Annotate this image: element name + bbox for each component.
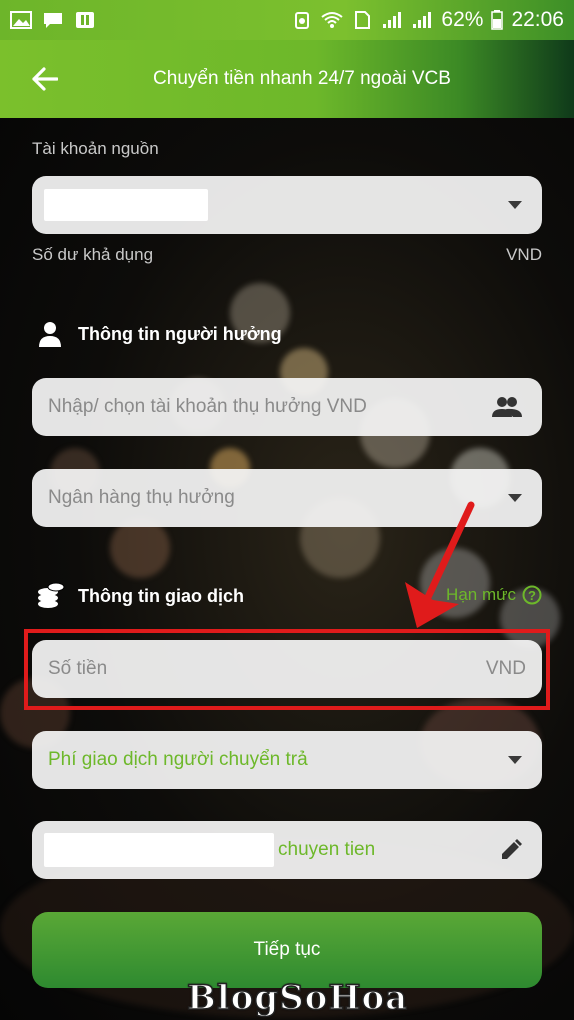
battery-percent: 62% — [441, 8, 484, 31]
coins-icon — [38, 582, 65, 608]
beneficiary-section-title: Thông tin người hưởng — [78, 324, 282, 344]
message-icon — [44, 13, 62, 28]
sim-icon — [355, 11, 371, 29]
contacts-icon[interactable] — [492, 396, 522, 418]
signal-icon — [383, 12, 402, 28]
chevron-down-icon — [508, 494, 522, 502]
app-notification-icon — [76, 12, 94, 28]
chevron-down-icon — [508, 201, 522, 209]
source-account-label: Tài khoản nguồn — [32, 139, 159, 158]
fee-option-dropdown[interactable]: Phí giao dịch người chuyển trả — [32, 731, 542, 789]
page-title: Chuyển tiền nhanh 24/7 ngoài VCB — [153, 68, 451, 89]
annotation-arrow-icon — [405, 501, 475, 628]
amount-highlight-box — [24, 629, 550, 710]
note-suffix-text: chuyen tien — [278, 839, 376, 860]
source-account-dropdown[interactable] — [32, 176, 542, 234]
arrow-left-icon — [32, 67, 58, 91]
gallery-icon — [10, 11, 32, 29]
transaction-section-title: Thông tin giao dịch — [78, 586, 244, 606]
back-button[interactable] — [20, 54, 70, 104]
battery-icon — [491, 10, 504, 30]
recycle-icon — [295, 12, 310, 29]
balance-label: Số dư khả dụng — [32, 245, 154, 264]
help-icon: ? — [522, 585, 542, 605]
app-bar: Chuyển tiền nhanh 24/7 ngoài VCB — [0, 40, 574, 118]
beneficiary-account-input[interactable] — [48, 396, 492, 418]
person-icon — [39, 322, 61, 347]
watermark-logo: BlogSoHoa — [186, 977, 409, 1019]
beneficiary-bank-placeholder: Ngân hàng thụ hưởng — [48, 487, 235, 508]
note-field[interactable]: chuyen tien — [32, 821, 542, 879]
status-bar: 62% 22:06 — [0, 0, 574, 40]
balance-currency: VND — [506, 245, 542, 264]
redacted-account-number — [44, 189, 208, 221]
svg-text:?: ? — [528, 588, 536, 603]
beneficiary-account-field[interactable] — [32, 378, 542, 436]
signal-icon-2 — [413, 12, 432, 28]
fee-option-label: Phí giao dịch người chuyển trả — [48, 749, 308, 770]
pencil-icon[interactable] — [500, 839, 522, 861]
wifi-icon — [321, 12, 344, 28]
chevron-down-icon — [508, 756, 522, 764]
redacted-note-text — [44, 833, 274, 867]
clock: 22:06 — [511, 8, 564, 31]
continue-button[interactable]: Tiếp tục — [32, 912, 542, 988]
